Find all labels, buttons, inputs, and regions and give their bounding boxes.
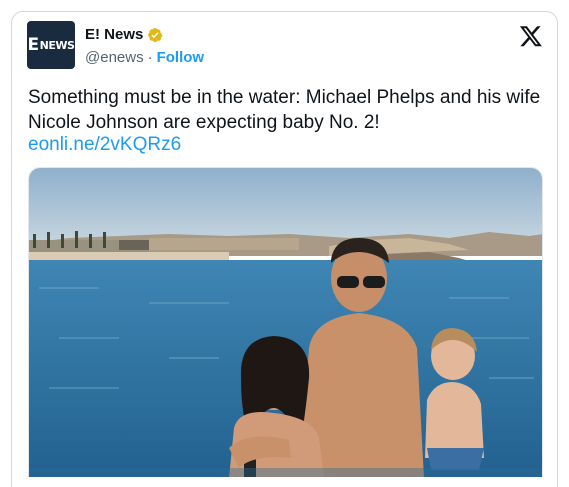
enews-logo: E NEWS <box>28 35 75 55</box>
logo-letter-e: E <box>27 35 40 55</box>
family-beach-photo <box>29 168 542 477</box>
logo-word-news: NEWS <box>39 38 75 52</box>
x-logo-icon[interactable] <box>519 24 543 48</box>
avatar[interactable]: E NEWS <box>27 21 75 69</box>
embedded-tweet-card: E NEWS E! News @enews · Follow Something… <box>11 11 558 487</box>
verified-badge-icon <box>148 27 163 42</box>
tweet-link[interactable]: eonli.ne/2vKQRz6 <box>28 132 181 157</box>
tweet-photo[interactable] <box>28 167 543 477</box>
separator-dot: · <box>147 49 153 66</box>
tweet-text: Something must be in the water: Michael … <box>28 87 541 133</box>
account-handle-row: @enews · Follow <box>85 49 204 66</box>
account-name[interactable]: E! News <box>85 26 143 43</box>
account-handle[interactable]: @enews <box>85 49 144 66</box>
follow-button[interactable]: Follow <box>157 49 205 66</box>
account-name-row: E! News <box>85 26 163 43</box>
